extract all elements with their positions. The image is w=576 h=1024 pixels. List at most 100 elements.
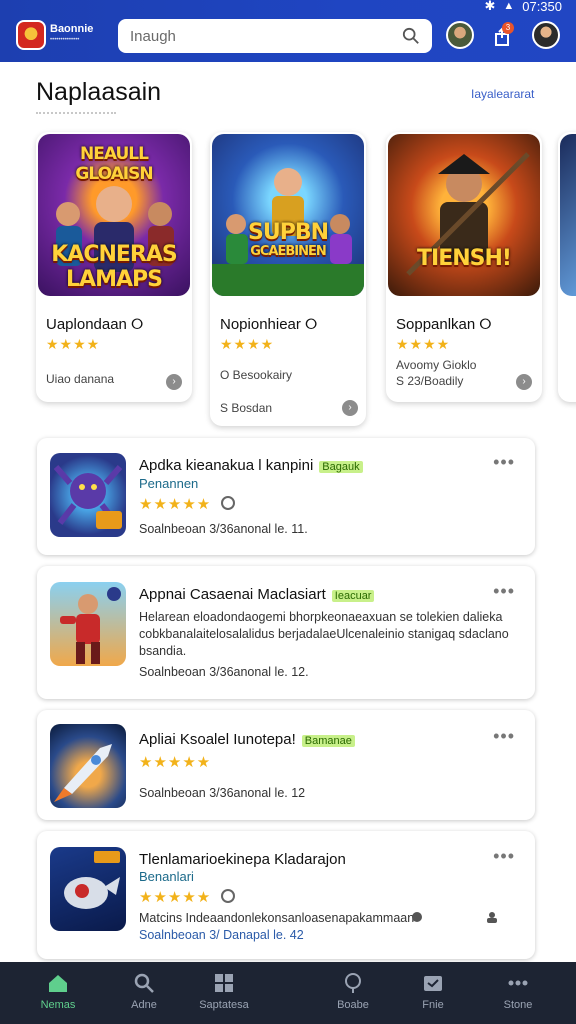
game-meta: Avoomy Gioklo — [396, 358, 477, 372]
app-logo[interactable]: Baonnie •••••••••••••• — [16, 19, 94, 51]
nav-label: Boabe — [337, 999, 369, 1011]
more-info-icon[interactable]: › — [516, 374, 532, 390]
game-art-title: SUPBN — [247, 220, 329, 245]
folder-icon — [424, 976, 442, 991]
verified-icon: ⭘ — [131, 316, 144, 333]
app-tag: Ieacuar — [331, 590, 375, 602]
nav-label: Adne — [131, 999, 157, 1011]
app-icon — [50, 582, 126, 666]
nav-categories[interactable]: Saptatesa — [184, 972, 264, 1011]
featured-card[interactable]: TIENSH! Soppanlkan ⭘ ★★★★ Avoomy Gioklo … — [386, 132, 542, 402]
nav-search[interactable]: Adne — [104, 972, 184, 1011]
game-name: Uaplondaan ⭘ — [46, 316, 144, 333]
notifications-button[interactable]: 3 — [490, 22, 516, 50]
search-input[interactable]: Inaugh — [130, 28, 402, 45]
logo-sub: •••••••••••••• — [50, 37, 80, 43]
more-options-icon[interactable]: ••• — [493, 846, 515, 867]
game-art — [560, 134, 576, 296]
rating-stars: ★★★★ — [396, 336, 451, 352]
game-art: SUPBN GCAEBINEN — [212, 134, 364, 296]
app-icon — [50, 847, 126, 931]
see-all-link[interactable]: Iayaleararat — [471, 87, 534, 101]
search-icon — [134, 973, 154, 993]
game-art-title: GCAEBINEN — [250, 244, 327, 259]
rating-stars: ★★★★★ — [139, 754, 212, 771]
app-tag: Bamanae — [301, 735, 355, 747]
verified-icon: ⭘ — [305, 316, 318, 333]
game-meta: Uiao danana — [46, 372, 115, 386]
status-time: 07:350 — [522, 0, 562, 14]
app-description: Helarean eloadondaogemi bhorpkeonaeaxuan… — [139, 610, 509, 658]
rating-stars: ★★★★ — [46, 336, 101, 352]
gamepad-icon — [345, 973, 361, 993]
app-footer: Soalnbeoan 3/36anonal le. 12 — [139, 786, 306, 800]
list-item[interactable]: Appnai Casaenai Maclasiart Ieacuar ••• He… — [37, 566, 535, 699]
home-icon — [49, 975, 67, 992]
badge-icon — [221, 889, 236, 903]
grid-icon — [215, 974, 233, 992]
app-title: Appnai Casaenai Maclasiart Ieacuar — [139, 586, 375, 603]
more-options-icon[interactable]: ••• — [493, 726, 515, 747]
bluetooth-icon: ✱ — [484, 0, 496, 13]
app-footer: Soalnbeoan 3/36anonal le. 12. — [139, 665, 309, 679]
nav-label: Nemas — [40, 999, 76, 1011]
profile-avatar[interactable] — [446, 21, 474, 49]
game-meta: S Bosdan — [220, 401, 273, 415]
list-item[interactable]: Apdka kieanakua l kanpini Bagauk ••• Pena… — [37, 438, 535, 555]
game-name: Nopionhiear ⭘ — [220, 316, 318, 333]
featured-card[interactable]: NEAULL GLOAISN KACNERAS LAMAPS Uaplondaa… — [36, 132, 192, 402]
top-bar: ✱ ▲ 07:350 Baonnie •••••••••••••• Inaugh… — [0, 0, 576, 62]
hero-art — [60, 587, 121, 664]
bottom-nav: Nemas Adne Saptatesa Boabe Fnie Stone — [0, 962, 576, 1024]
app-title: Apdka kieanakua l kanpini Bagauk — [139, 457, 363, 474]
section-divider — [36, 112, 116, 116]
search-icon[interactable] — [402, 27, 420, 45]
app-icon — [50, 724, 126, 808]
featured-card[interactable] — [558, 132, 576, 402]
game-art: NEAULL GLOAISN KACNERAS LAMAPS — [38, 134, 190, 296]
warrior-art — [406, 152, 530, 276]
list-item[interactable]: Tlenlamarioekinepa Kladarajon ••• Benanl… — [37, 831, 535, 959]
rating-stars: ★★★★★ — [139, 888, 236, 906]
app-developer: Benanlari — [139, 869, 194, 884]
spaceship-art — [64, 851, 120, 909]
nav-label: Stone — [503, 999, 533, 1011]
more-options-icon[interactable]: ••• — [493, 581, 515, 602]
search-field[interactable]: Inaugh — [118, 19, 432, 53]
more-icon — [508, 980, 528, 986]
verified-icon: ⭘ — [479, 316, 492, 333]
featured-card[interactable]: SUPBN GCAEBINEN Nopionhiear ⭘ ★★★★ O Bes… — [210, 132, 366, 426]
more-info-icon[interactable]: › — [166, 374, 182, 390]
game-art-title: KACNERAS LAMAPS — [51, 242, 177, 292]
game-art-title: NEAULL GLOAISN — [75, 144, 153, 184]
notification-badge: 3 — [502, 22, 514, 34]
logo-text: Baonnie — [50, 23, 94, 35]
game-meta: S 23/Boadily — [396, 374, 464, 388]
app-footer: Soalnbeoan 3/36anonal le. 11. — [139, 522, 308, 536]
badge-icon — [221, 496, 236, 510]
nav-games[interactable]: Boabe — [313, 972, 393, 1011]
app-developer: Penannen — [139, 476, 199, 491]
game-art-title: TIENSH! — [417, 246, 512, 271]
info-icon[interactable] — [411, 911, 423, 923]
monster-art — [53, 465, 123, 529]
app-icon — [50, 453, 126, 537]
app-title: Apliai Ksoalel Iunotepa! Bamanae — [139, 731, 355, 748]
nav-files[interactable]: Fnie — [393, 972, 473, 1011]
signal-icon: ▲ — [503, 0, 515, 12]
rocket-art — [54, 744, 112, 802]
list-item[interactable]: Apliai Ksoalel Iunotepa! Bamanae ••• ★★★★… — [37, 710, 535, 820]
nav-label: Saptatesa — [199, 999, 249, 1011]
person-icon[interactable] — [485, 911, 499, 923]
section-title: Naplaasain — [36, 78, 162, 106]
logo-mark-icon — [16, 20, 46, 50]
account-avatar[interactable] — [532, 21, 560, 49]
app-tag: Bagauk — [319, 461, 363, 473]
more-info-icon[interactable]: › — [342, 400, 358, 416]
game-art: TIENSH! — [388, 134, 540, 296]
nav-home[interactable]: Nemas — [18, 972, 98, 1011]
game-meta: O Besookairy — [220, 368, 293, 382]
more-options-icon[interactable]: ••• — [493, 452, 515, 473]
nav-more[interactable]: Stone — [478, 972, 558, 1011]
app-title: Tlenlamarioekinepa Kladarajon — [139, 851, 346, 868]
